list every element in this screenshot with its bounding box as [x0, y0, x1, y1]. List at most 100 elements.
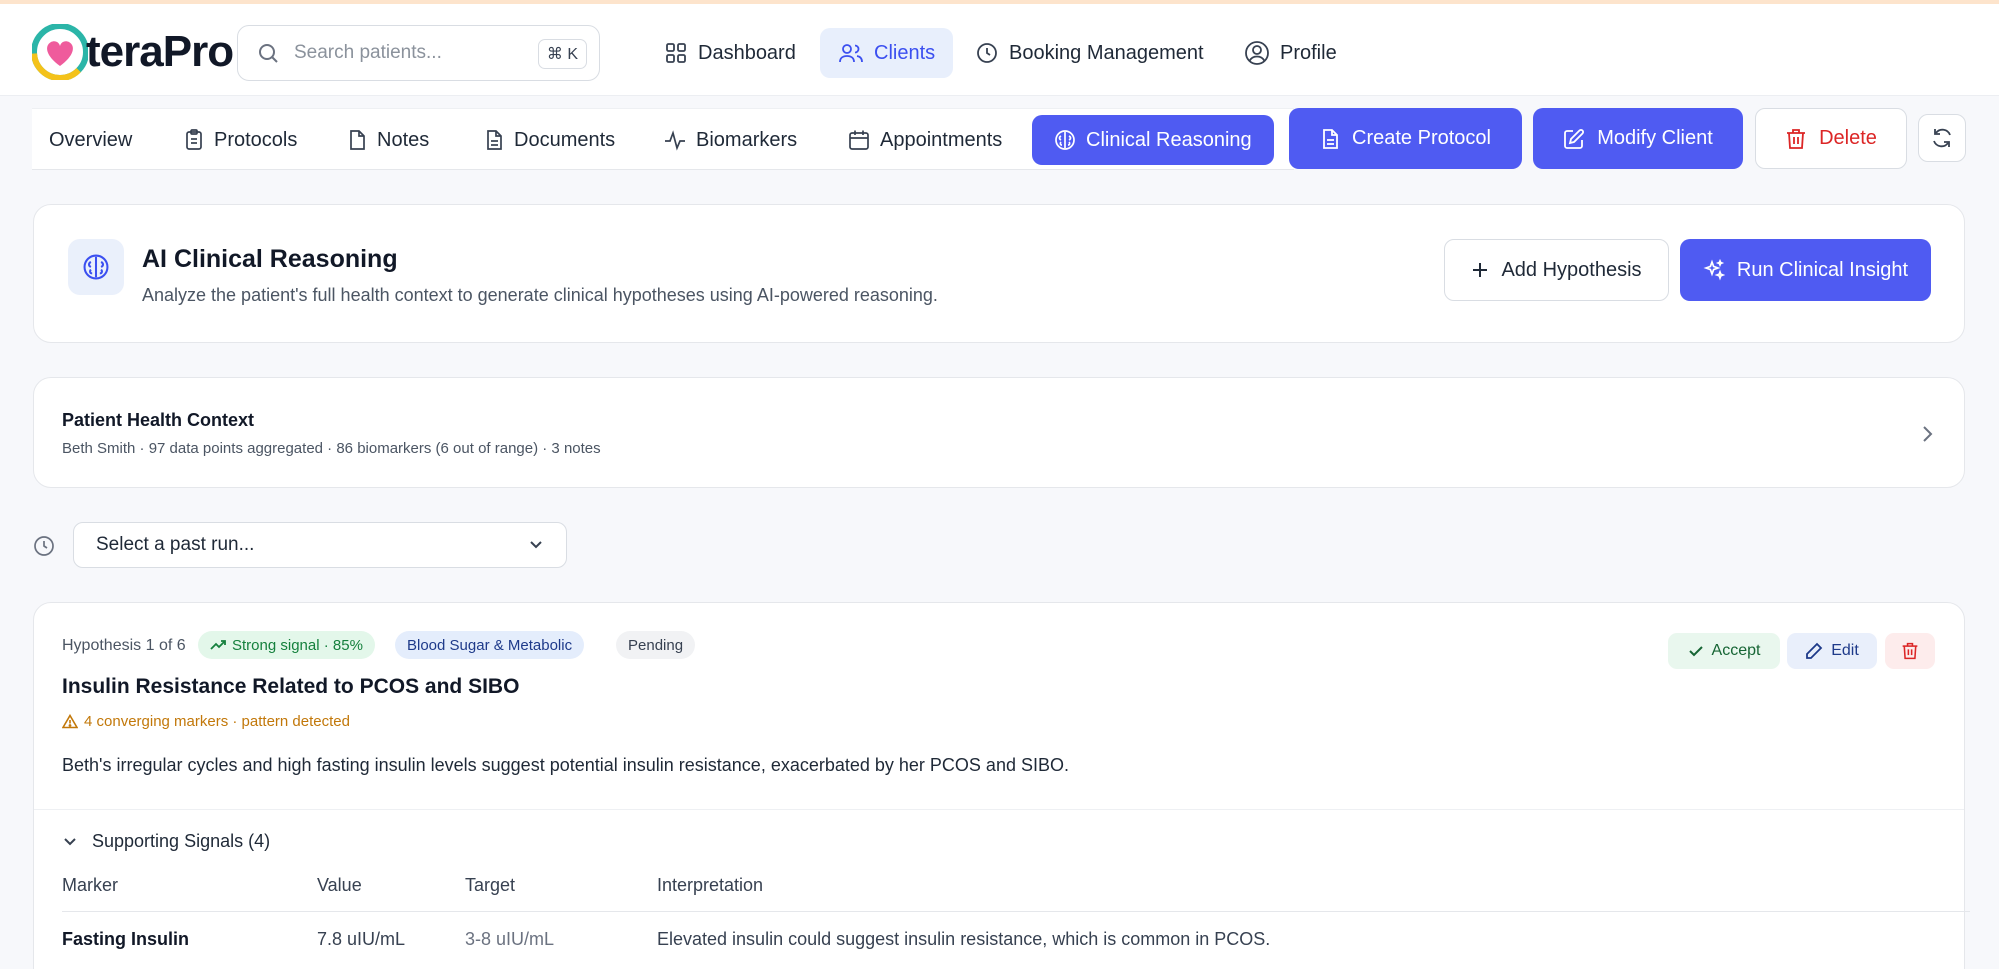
tab-appointments[interactable]: Appointments — [848, 115, 1002, 165]
brain-icon — [1055, 130, 1075, 150]
trending-up-icon — [210, 640, 226, 650]
hypothesis-card: Hypothesis 1 of 6 Strong signal · 85% Bl… — [33, 602, 1970, 969]
nav-booking-management[interactable]: Booking Management — [957, 28, 1222, 78]
chevron-right-icon — [1923, 426, 1933, 442]
tab-overview-label: Overview — [49, 128, 133, 151]
activity-icon — [665, 130, 685, 151]
past-run-placeholder: Select a past run... — [96, 534, 255, 555]
edit-label: Edit — [1831, 642, 1859, 659]
row-value: 7.8 uIU/mL — [317, 929, 406, 949]
tab-biomarkers-label: Biomarkers — [696, 128, 798, 151]
brain-icon — [83, 254, 109, 280]
plus-icon — [1473, 263, 1488, 277]
section-title: AI Clinical Reasoning — [142, 245, 398, 273]
edit-icon — [1564, 128, 1585, 149]
tab-documents[interactable]: Documents — [484, 115, 615, 165]
search-box[interactable]: ⌘ K — [237, 25, 600, 81]
nav-clients[interactable]: Clients — [820, 28, 954, 78]
heart-logo-icon — [32, 24, 88, 80]
add-hypothesis-label: Add Hypothesis — [1501, 258, 1642, 281]
column-header-marker: Marker — [62, 875, 119, 895]
nav-profile[interactable]: Profile — [1226, 28, 1355, 78]
table-header-divider — [62, 911, 1970, 912]
modify-client-button[interactable]: Modify Client — [1533, 108, 1743, 169]
row-target: 3-8 uIU/mL — [465, 929, 555, 949]
patient-health-context-card[interactable]: Patient Health Context Beth Smith · 97 d… — [33, 377, 1965, 488]
document-icon — [1323, 128, 1338, 149]
delete-button[interactable]: Delete — [1755, 108, 1907, 169]
nav-dashboard[interactable]: Dashboard — [646, 28, 814, 78]
chevron-down-icon — [64, 837, 76, 845]
tab-protocols[interactable]: Protocols — [184, 115, 297, 165]
section-subtitle: Analyze the patient's full health contex… — [142, 285, 938, 305]
clipboard-icon — [186, 129, 202, 150]
pencil-icon — [1806, 642, 1823, 659]
tab-clinical-reasoning[interactable]: Clinical Reasoning — [1032, 115, 1274, 165]
app-name: teraPro — [86, 27, 234, 76]
tab-biomarkers[interactable]: Biomarkers — [664, 115, 797, 165]
search-input[interactable] — [294, 42, 524, 64]
signal-strength-badge: Strong signal · 85% — [198, 631, 375, 659]
past-run-select[interactable]: Select a past run... — [73, 522, 567, 568]
document-icon — [487, 130, 502, 150]
shortcut-hint: ⌘ K — [537, 39, 587, 69]
supporting-signals-toggle[interactable]: Supporting Signals (4) — [62, 831, 270, 852]
file-icon — [350, 130, 365, 150]
column-header-value: Value — [317, 875, 362, 895]
sparkles-icon — [1703, 259, 1725, 281]
tab-appointments-label: Appointments — [880, 128, 1003, 151]
tab-notes-label: Notes — [377, 128, 430, 151]
tab-notes[interactable]: Notes — [347, 115, 429, 165]
category-badge: Blood Sugar & Metabolic — [395, 631, 585, 659]
accept-label: Accept — [1711, 642, 1761, 659]
add-hypothesis-button[interactable]: Add Hypothesis — [1444, 239, 1669, 301]
trash-icon — [1902, 642, 1918, 660]
trash-icon — [1787, 128, 1806, 149]
hypothesis-counter: Hypothesis 1 of 6 — [62, 637, 186, 654]
row-marker: Fasting Insulin — [62, 929, 190, 949]
nav-clients-label: Clients — [874, 41, 936, 64]
hypothesis-title: Insulin Resistance Related to PCOS and S… — [62, 675, 520, 698]
run-clinical-insight-button[interactable]: Run Clinical Insight — [1680, 239, 1931, 301]
chevron-down-icon — [530, 541, 542, 549]
pattern-warning-label: 4 converging markers · pattern detected — [84, 713, 350, 730]
delete-hypothesis-button[interactable] — [1885, 633, 1935, 669]
top-navigation-bar: teraPro ⌘ K Dashboard Clients Booking Ma… — [0, 4, 1999, 96]
nav-dashboard-label: Dashboard — [698, 41, 796, 64]
create-protocol-button[interactable]: Create Protocol — [1289, 108, 1522, 169]
column-header-interpretation: Interpretation — [657, 875, 764, 895]
context-title: Patient Health Context — [62, 410, 255, 430]
pattern-warning: 4 converging markers · pattern detected — [62, 713, 350, 730]
status-badge: Pending — [616, 631, 696, 659]
supporting-signals-label: Supporting Signals (4) — [92, 831, 271, 851]
tab-protocols-label: Protocols — [214, 128, 298, 151]
check-icon — [1688, 646, 1703, 657]
nav-profile-label: Profile — [1280, 41, 1337, 64]
app-logo[interactable]: teraPro — [32, 24, 234, 80]
search-icon — [259, 44, 278, 63]
refresh-icon — [1933, 128, 1951, 148]
tab-clinical-reasoning-label: Clinical Reasoning — [1086, 128, 1252, 151]
edit-button[interactable]: Edit — [1787, 633, 1877, 669]
context-summary: Beth Smith · 97 data points aggregated ·… — [62, 440, 601, 457]
calendar-icon — [849, 130, 869, 150]
row-interpretation: Elevated insulin could suggest insulin r… — [657, 929, 1271, 949]
users-icon — [839, 44, 863, 63]
run-clinical-insight-label: Run Clinical Insight — [1736, 258, 1909, 281]
tab-documents-label: Documents — [514, 128, 616, 151]
grid-icon — [666, 43, 686, 63]
create-protocol-label: Create Protocol — [1352, 127, 1491, 149]
history-clock-icon — [34, 536, 54, 556]
section-divider — [34, 809, 1964, 810]
delete-label: Delete — [1819, 127, 1877, 149]
column-header-target: Target — [465, 875, 516, 895]
tab-overview[interactable]: Overview — [49, 115, 132, 165]
user-circle-icon — [1245, 41, 1269, 65]
warning-triangle-icon — [62, 714, 78, 729]
modify-client-label: Modify Client — [1597, 127, 1713, 149]
clock-icon — [977, 43, 997, 63]
nav-booking-label: Booking Management — [1009, 41, 1204, 64]
hypothesis-description: Beth's irregular cycles and high fasting… — [62, 755, 1069, 775]
accept-button[interactable]: Accept — [1668, 633, 1780, 669]
refresh-button[interactable] — [1918, 114, 1966, 162]
